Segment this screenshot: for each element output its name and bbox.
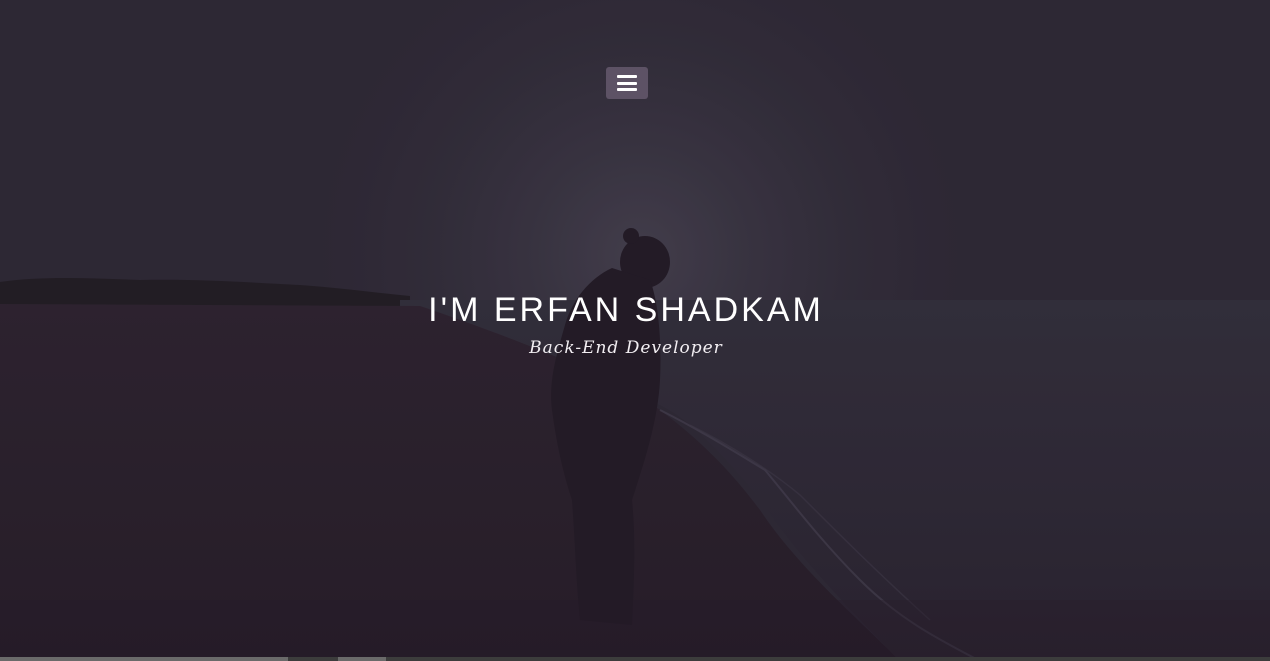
scrollbar-thumb[interactable] <box>338 657 386 661</box>
hero-section: I'M ERFAN SHADKAM Back-End Developer <box>0 0 1270 661</box>
hero-title: I'M ERFAN SHADKAM <box>428 291 824 329</box>
scrollbar-segment <box>0 657 288 661</box>
menu-button[interactable] <box>606 67 648 99</box>
horizontal-scrollbar[interactable] <box>0 657 1270 661</box>
menu-icon-bar <box>617 75 637 78</box>
menu-icon-bar <box>617 81 637 85</box>
hamburger-menu-icon <box>617 75 637 91</box>
menu-icon-bar <box>617 88 637 91</box>
hero-subtitle: Back-End Developer <box>529 338 723 358</box>
